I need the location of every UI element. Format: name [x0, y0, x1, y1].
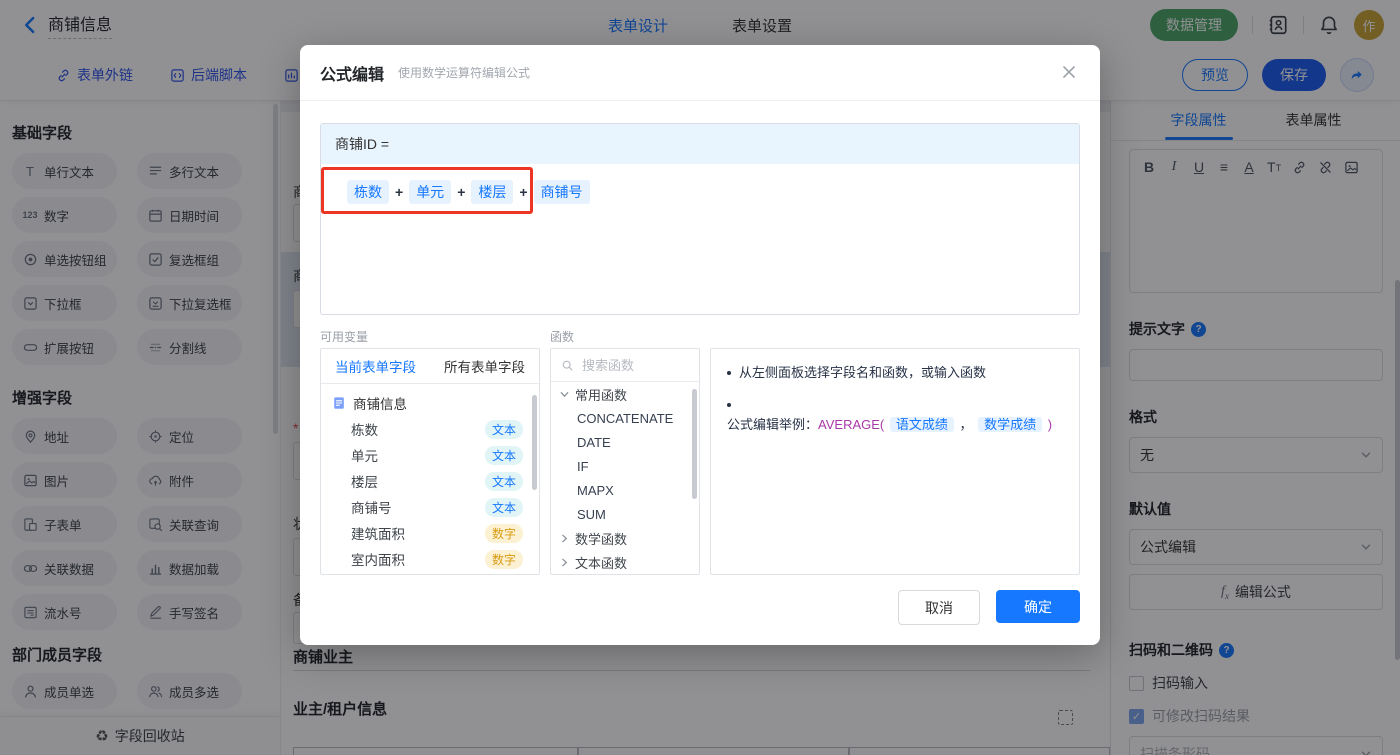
plus-operator: +	[395, 184, 404, 200]
variable-type-badge: 数字	[484, 523, 523, 543]
form-doc-icon	[331, 395, 347, 411]
formula-field-chip[interactable]: 栋数	[347, 180, 389, 204]
function-item[interactable]: IF	[551, 454, 699, 478]
formula-expression: 栋数 + 单元 + 楼层 + 商铺号	[347, 180, 1079, 204]
variable-type-badge: 文本	[484, 471, 523, 491]
formula-help-pane: 从左侧面板选择字段名和函数，或输入函数 公式编辑举例：AVERAGE( 语文成绩…	[710, 348, 1080, 575]
close-icon[interactable]	[1060, 63, 1078, 81]
function-item[interactable]: MAPX	[551, 478, 699, 502]
cancel-button[interactable]: 取消	[898, 590, 980, 625]
chevron-down-icon	[559, 389, 570, 400]
variable-name: 室内面积	[351, 553, 405, 568]
variable-name: 商铺号	[351, 501, 392, 516]
variable-tree-root[interactable]: 商铺信息	[321, 390, 539, 416]
variable-row[interactable]: 室内面积 数字	[321, 546, 539, 572]
example-field-chip: 语文成绩	[889, 417, 954, 432]
plus-operator: +	[457, 184, 466, 200]
variable-name: 楼层	[351, 475, 378, 490]
function-search-input[interactable]	[580, 356, 689, 374]
variable-row[interactable]: 建筑面积 数字	[321, 520, 539, 546]
variable-root-label: 商铺信息	[353, 397, 407, 412]
formula-field-chip[interactable]: 商铺号	[533, 180, 590, 204]
tab-all-form-fields[interactable]: 所有表单字段	[444, 356, 525, 376]
function-group[interactable]: 文本函数	[551, 550, 699, 574]
functions-scrollbar[interactable]	[692, 389, 697, 499]
chevron-right-icon	[559, 533, 570, 544]
variable-row[interactable]: 楼层 文本	[321, 468, 539, 494]
function-name-text: AVERAGE(	[818, 417, 885, 432]
bullet-icon	[727, 371, 731, 375]
variables-pane: 当前表单字段 所有表单字段 商铺信息 栋数 文本 单元 文本 楼层 文本 商铺号 文本 建筑面积…	[320, 348, 540, 575]
function-item[interactable]: SUM	[551, 502, 699, 526]
variables-scrollbar[interactable]	[532, 395, 537, 490]
functions-pane: 常用函数 CONCATENATEDATEIFMAPXSUM 数学函数文本函数	[550, 348, 700, 575]
confirm-button[interactable]: 确定	[996, 590, 1080, 623]
function-group[interactable]: 常用函数	[551, 382, 699, 406]
variable-row[interactable]: 单元 文本	[321, 442, 539, 468]
example-field-chip: 数学成绩	[978, 417, 1043, 432]
formula-lhs: 商铺ID =	[321, 124, 1079, 164]
variable-row[interactable]: 商铺号 文本	[321, 494, 539, 520]
formula-field-chip[interactable]: 单元	[409, 180, 452, 204]
modal-subtitle: 使用数学运算符编辑公式	[398, 66, 531, 80]
function-item[interactable]: DATE	[551, 430, 699, 454]
function-group-label: 常用函数	[575, 387, 628, 403]
formula-edit-modal: 公式编辑 使用数学运算符编辑公式 商铺ID = 栋数 + 单元 + 楼层 + 商铺号 可用变…	[300, 45, 1100, 645]
bullet-icon	[727, 403, 731, 407]
functions-label: 函数	[550, 330, 575, 344]
help-line-1: 从左侧面板选择字段名和函数，或输入函数	[739, 365, 987, 380]
variable-type-badge: 文本	[484, 419, 523, 439]
variable-type-badge: 文本	[484, 445, 523, 465]
variable-type-badge: 文本	[484, 497, 523, 517]
function-group-label: 数学函数	[575, 531, 628, 547]
function-group-label: 文本函数	[575, 555, 628, 571]
variables-label: 可用变量	[320, 330, 369, 344]
variable-name: 建筑面积	[351, 527, 405, 542]
modal-title: 公式编辑	[320, 66, 385, 84]
variable-name: 单元	[351, 449, 378, 464]
help-line-2: 公式编辑举例：AVERAGE( 语文成绩 ， 数学成绩 )	[727, 417, 1053, 432]
formula-field-chip[interactable]: 楼层	[471, 180, 514, 204]
function-group[interactable]: 数学函数	[551, 526, 699, 550]
variable-type-badge: 数字	[484, 549, 523, 569]
function-search[interactable]	[551, 349, 699, 382]
function-item[interactable]: CONCATENATE	[551, 406, 699, 430]
chevron-right-icon	[559, 557, 570, 568]
function-name-text: )	[1047, 417, 1053, 432]
variable-row[interactable]: 栋数 文本	[321, 416, 539, 442]
formula-editor[interactable]: 商铺ID = 栋数 + 单元 + 楼层 + 商铺号	[320, 123, 1080, 315]
plus-operator: +	[519, 184, 528, 200]
variable-name: 栋数	[351, 423, 378, 438]
search-icon	[562, 360, 573, 371]
tab-current-form-fields[interactable]: 当前表单字段	[335, 356, 416, 376]
